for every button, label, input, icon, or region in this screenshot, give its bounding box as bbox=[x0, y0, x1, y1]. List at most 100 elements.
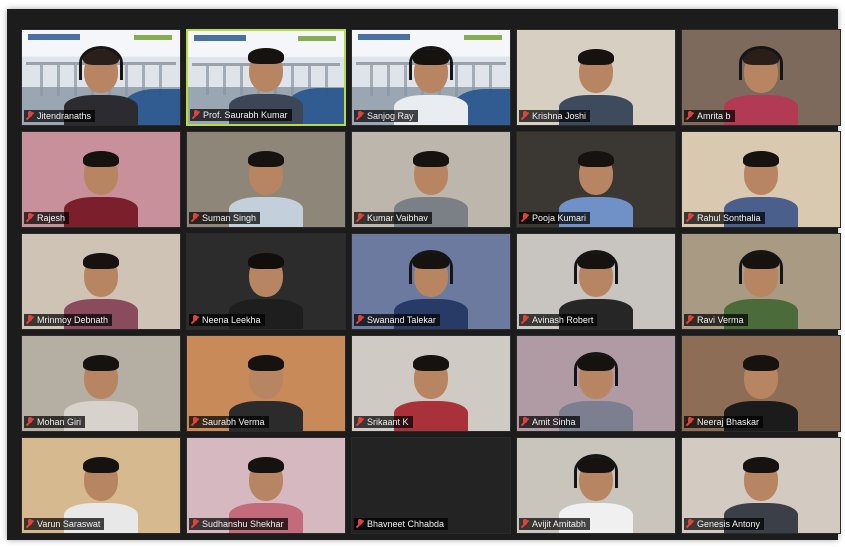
participant-name: Krishna Joshi bbox=[532, 111, 587, 121]
participant-hair bbox=[743, 355, 779, 371]
participant-name-label: Srikaant K bbox=[354, 416, 413, 428]
mic-muted-icon bbox=[191, 417, 199, 427]
headset-icon bbox=[739, 46, 783, 80]
participant-tile-19[interactable]: Amit Sinha bbox=[516, 335, 676, 432]
participant-hair bbox=[83, 457, 119, 473]
participant-grid: Jitendranaths Prof. Saurabh Kumar Sanjog… bbox=[21, 29, 841, 534]
participant-name: Amrita b bbox=[697, 111, 731, 121]
participant-name-label: Kumar Vaibhav bbox=[354, 212, 432, 224]
participant-hair bbox=[248, 355, 284, 371]
participant-hair bbox=[248, 253, 284, 269]
participant-name-label: Avinash Robert bbox=[519, 314, 598, 326]
mic-muted-icon bbox=[26, 213, 34, 223]
participant-tile-13[interactable]: Swanand Talekar bbox=[351, 233, 511, 330]
participant-name: Mrinmoy Debnath bbox=[37, 315, 109, 325]
participant-name: Mohan Giri bbox=[37, 417, 82, 427]
participant-tile-2[interactable]: Prof. Saurabh Kumar bbox=[186, 29, 346, 126]
participant-name-label: Neena Leekha bbox=[189, 314, 265, 326]
mic-muted-icon bbox=[192, 110, 200, 120]
banner-sponsor-bar bbox=[298, 36, 336, 41]
headset-icon bbox=[409, 46, 453, 80]
participant-name: Srikaant K bbox=[367, 417, 409, 427]
participant-name: Kumar Vaibhav bbox=[367, 213, 428, 223]
mic-muted-icon bbox=[521, 111, 529, 121]
mic-muted-icon bbox=[686, 111, 694, 121]
participant-tile-25[interactable]: Genesis Antony bbox=[681, 437, 841, 534]
participant-tile-24[interactable]: Avijit Amitabh bbox=[516, 437, 676, 534]
mic-muted-icon bbox=[191, 213, 199, 223]
participant-name: Rahul Sonthalia bbox=[697, 213, 761, 223]
participant-tile-17[interactable]: Saurabh Verma bbox=[186, 335, 346, 432]
participant-name: Pooja Kumari bbox=[532, 213, 587, 223]
participant-name: Swanand Talekar bbox=[367, 315, 436, 325]
participant-name: Neena Leekha bbox=[202, 315, 261, 325]
participant-tile-8[interactable]: Kumar Vaibhav bbox=[351, 131, 511, 228]
participant-name: Avijit Amitabh bbox=[532, 519, 586, 529]
participant-tile-14[interactable]: Avinash Robert bbox=[516, 233, 676, 330]
participant-name: Genesis Antony bbox=[697, 519, 761, 529]
participant-name: Sanjog Ray bbox=[367, 111, 414, 121]
participant-tile-3[interactable]: Sanjog Ray bbox=[351, 29, 511, 126]
participant-tile-1[interactable]: Jitendranaths bbox=[21, 29, 181, 126]
video-meeting-gallery: Jitendranaths Prof. Saurabh Kumar Sanjog… bbox=[7, 9, 841, 540]
participant-name-label: Rahul Sonthalia bbox=[684, 212, 765, 224]
headset-icon bbox=[574, 352, 618, 386]
mic-muted-icon bbox=[521, 213, 529, 223]
participant-tile-23[interactable]: Bhavneet Chhabda bbox=[351, 437, 511, 534]
participant-tile-4[interactable]: Krishna Joshi bbox=[516, 29, 676, 126]
participant-name-label: Ravi Verma bbox=[684, 314, 748, 326]
participant-name-label: Rajesh bbox=[24, 212, 70, 224]
mic-muted-icon bbox=[686, 315, 694, 325]
participant-name-label: Sudhanshu Shekhar bbox=[189, 518, 288, 530]
headset-icon bbox=[409, 250, 453, 284]
mic-muted-icon bbox=[686, 213, 694, 223]
banner-sponsor-bar bbox=[134, 35, 172, 40]
participant-name: Bhavneet Chhabda bbox=[367, 519, 445, 529]
participant-tile-11[interactable]: Mrinmoy Debnath bbox=[21, 233, 181, 330]
participant-hair bbox=[83, 151, 119, 167]
participant-name-label: Neeraj Bhaskar bbox=[684, 416, 764, 428]
participant-tile-6[interactable]: Rajesh bbox=[21, 131, 181, 228]
participant-body bbox=[64, 197, 138, 227]
participant-tile-12[interactable]: Neena Leekha bbox=[186, 233, 346, 330]
participant-name-label: Amrita b bbox=[684, 110, 735, 122]
mic-muted-icon bbox=[356, 315, 364, 325]
participant-tile-20[interactable]: Neeraj Bhaskar bbox=[681, 335, 841, 432]
participant-tile-9[interactable]: Pooja Kumari bbox=[516, 131, 676, 228]
participant-hair bbox=[248, 457, 284, 473]
participant-tile-5[interactable]: Amrita b bbox=[681, 29, 841, 126]
participant-name-label: Saurabh Verma bbox=[189, 416, 269, 428]
mic-muted-icon bbox=[26, 417, 34, 427]
participant-name: Amit Sinha bbox=[532, 417, 576, 427]
headset-icon bbox=[739, 250, 783, 284]
participant-name: Saurabh Verma bbox=[202, 417, 265, 427]
participant-hair bbox=[83, 355, 119, 371]
mic-muted-icon bbox=[26, 111, 34, 121]
participant-name: Jitendranaths bbox=[37, 111, 92, 121]
participant-name: Varun Saraswat bbox=[37, 519, 101, 529]
participant-name-label: Mohan Giri bbox=[24, 416, 86, 428]
participant-tile-10[interactable]: Rahul Sonthalia bbox=[681, 131, 841, 228]
headset-icon bbox=[79, 46, 123, 80]
participant-name-label: Bhavneet Chhabda bbox=[354, 518, 449, 530]
participant-name-label: Jitendranaths bbox=[24, 110, 96, 122]
participant-name-label: Avijit Amitabh bbox=[519, 518, 590, 530]
mic-muted-icon bbox=[191, 315, 199, 325]
participant-tile-21[interactable]: Varun Saraswat bbox=[21, 437, 181, 534]
participant-tile-7[interactable]: Suman Singh bbox=[186, 131, 346, 228]
participant-tile-16[interactable]: Mohan Giri bbox=[21, 335, 181, 432]
banner-logo-bar bbox=[194, 35, 246, 41]
participant-hair bbox=[413, 151, 449, 167]
mic-muted-icon bbox=[356, 213, 364, 223]
participant-tile-22[interactable]: Sudhanshu Shekhar bbox=[186, 437, 346, 534]
mic-muted-icon bbox=[191, 519, 199, 529]
participant-name: Rajesh bbox=[37, 213, 66, 223]
participant-hair bbox=[83, 253, 119, 269]
mic-muted-icon bbox=[521, 417, 529, 427]
participant-tile-15[interactable]: Ravi Verma bbox=[681, 233, 841, 330]
participant-name: Ravi Verma bbox=[697, 315, 744, 325]
participant-tile-18[interactable]: Srikaant K bbox=[351, 335, 511, 432]
mic-muted-icon bbox=[521, 315, 529, 325]
participant-name: Sudhanshu Shekhar bbox=[202, 519, 284, 529]
participant-hair bbox=[578, 49, 614, 65]
